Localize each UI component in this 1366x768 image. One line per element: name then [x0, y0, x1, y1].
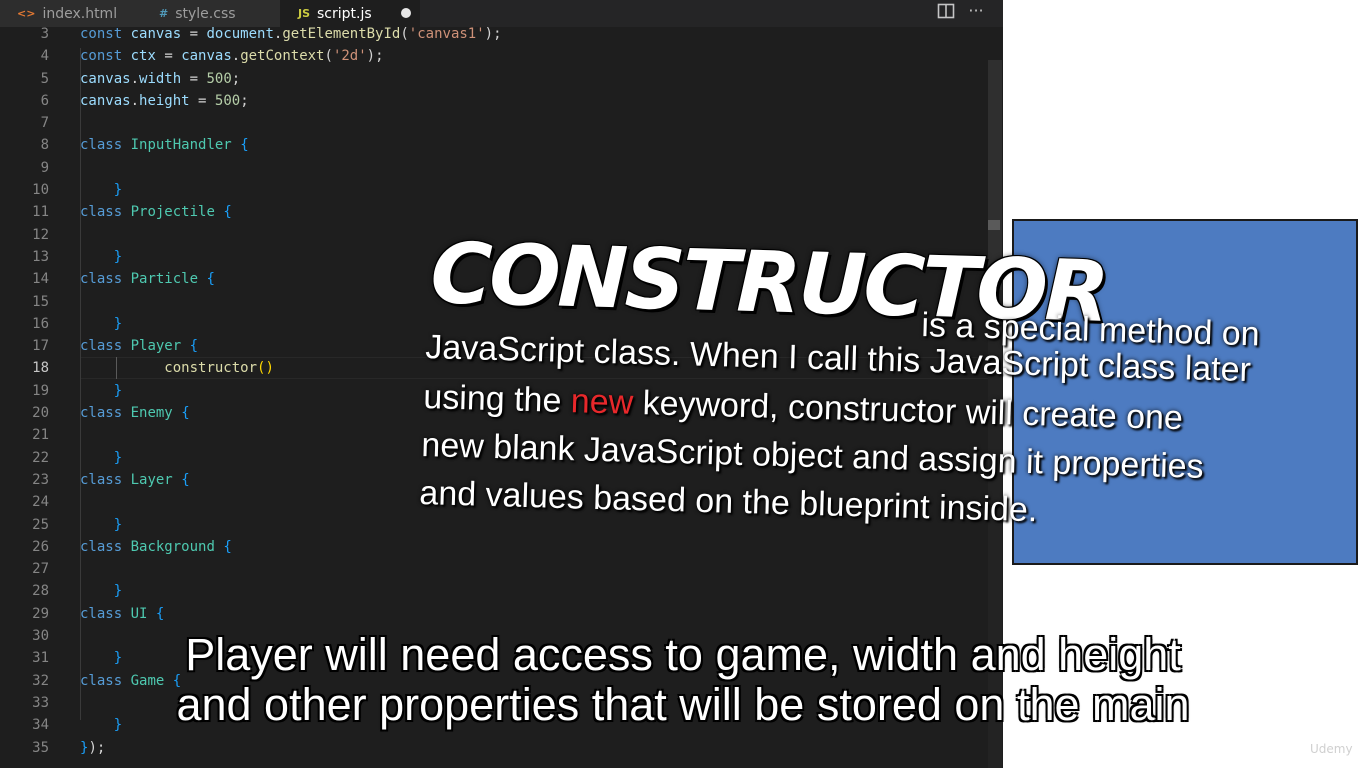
line-number: 8 [40, 137, 49, 154]
line-number: 6 [40, 92, 49, 109]
line-number: 29 [32, 605, 49, 622]
udemy-watermark: Udemy [1310, 742, 1353, 756]
code-text: }); [80, 739, 106, 756]
line-number: 17 [32, 338, 49, 355]
code-text: class Background { [80, 538, 232, 555]
code-line[interactable]: 6 canvas.height = 500; [0, 90, 990, 112]
code-line[interactable]: 21 [0, 424, 990, 446]
tab-label: index.html [42, 5, 118, 22]
subtitle-line-2: and other properties that will be stored… [176, 679, 1190, 730]
code-text: } [80, 382, 123, 399]
code-text: constructor() [164, 360, 274, 377]
code-text: } [80, 315, 123, 332]
code-text: const ctx = canvas.getContext('2d'); [80, 48, 384, 65]
line-number: 3 [40, 26, 49, 42]
line-number: 25 [32, 516, 49, 533]
code-line[interactable]: 15 [0, 291, 990, 313]
code-text: class UI { [80, 605, 165, 622]
tab-label: style.css [175, 5, 236, 22]
code-text: class Projectile { [80, 204, 232, 221]
code-text: class InputHandler { [80, 137, 249, 154]
line-number: 21 [32, 427, 49, 444]
code-line[interactable]: 9 [0, 157, 990, 179]
code-text: canvas.width = 500; [80, 70, 241, 87]
line-number: 10 [32, 182, 49, 199]
split-editor-icon[interactable] [937, 3, 955, 19]
line-number: 20 [32, 405, 49, 422]
code-line[interactable]: 16 } [0, 313, 990, 335]
code-line[interactable]: 23 class Layer { [0, 469, 990, 491]
code-text: } [80, 182, 123, 199]
editor-scrollbar-thumb[interactable] [988, 60, 1002, 290]
code-line[interactable]: 26 class Background { [0, 536, 990, 558]
line-number: 12 [32, 226, 49, 243]
code-line-current[interactable]: 18 constructor() [0, 357, 990, 379]
code-line[interactable]: 5 canvas.width = 500; [0, 68, 990, 90]
line-number: 9 [40, 159, 49, 176]
line-number: 22 [32, 449, 49, 466]
line-number: 19 [32, 382, 49, 399]
js-icon: JS [298, 7, 311, 20]
code-text: class Layer { [80, 471, 190, 488]
code-line[interactable]: 24 [0, 491, 990, 513]
line-number: 35 [32, 739, 49, 756]
code-text: class Enemy { [80, 405, 190, 422]
code-text: } [80, 516, 123, 533]
code-line[interactable]: 14 class Particle { [0, 268, 990, 290]
code-text: class Particle { [80, 271, 215, 288]
video-subtitles: Player will need access to game, width a… [0, 630, 1366, 730]
code-line[interactable]: 13 } [0, 246, 990, 268]
line-number: 14 [32, 271, 49, 288]
game-canvas[interactable] [1012, 219, 1358, 565]
more-actions-icon[interactable]: ··· [963, 0, 989, 24]
code-text: class Player { [80, 338, 199, 355]
code-line[interactable]: 7 [0, 112, 990, 134]
tab-label: script.js [317, 5, 372, 22]
code-line[interactable]: 25 } [0, 514, 990, 536]
code-text: const canvas = document.getElementById('… [80, 26, 502, 42]
line-number: 26 [32, 538, 49, 555]
code-text: canvas.height = 500; [80, 92, 249, 109]
line-number: 28 [32, 583, 49, 600]
code-line[interactable]: 22 } [0, 447, 990, 469]
line-number: 16 [32, 315, 49, 332]
line-number: 5 [40, 70, 49, 87]
code-line[interactable]: 20 class Enemy { [0, 402, 990, 424]
code-line[interactable]: 19 } [0, 380, 990, 402]
line-number: 7 [40, 115, 49, 132]
code-line[interactable]: 11 class Projectile { [0, 201, 990, 223]
line-number: 23 [32, 471, 49, 488]
code-line[interactable]: 4 const ctx = canvas.getContext('2d'); [0, 45, 990, 67]
code-line[interactable]: 27 [0, 558, 990, 580]
html-icon: <> [17, 7, 36, 20]
line-number: 24 [32, 494, 49, 511]
line-number: 13 [32, 248, 49, 265]
css-icon: # [159, 7, 169, 20]
subtitle-line-1: Player will need access to game, width a… [185, 629, 1181, 680]
code-text: } [80, 248, 123, 265]
code-line[interactable]: 17 class Player { [0, 335, 990, 357]
code-line[interactable]: 10 } [0, 179, 990, 201]
unsaved-dot-icon[interactable] [401, 8, 411, 18]
line-number: 18 [32, 360, 49, 377]
line-number: 15 [32, 293, 49, 310]
line-number: 4 [40, 48, 49, 65]
code-line[interactable]: 8 class InputHandler { [0, 134, 990, 156]
code-line[interactable]: 28 } [0, 580, 990, 602]
code-line[interactable]: 12 [0, 224, 990, 246]
code-text: } [80, 449, 123, 466]
code-text: } [80, 583, 123, 600]
scroll-position-marker [988, 220, 1000, 230]
line-number: 11 [32, 204, 49, 221]
code-line[interactable]: 3 const canvas = document.getElementById(… [0, 23, 990, 45]
code-line[interactable]: 35}); [0, 737, 990, 759]
code-line[interactable]: 29 class UI { [0, 603, 990, 625]
line-number: 27 [32, 561, 49, 578]
